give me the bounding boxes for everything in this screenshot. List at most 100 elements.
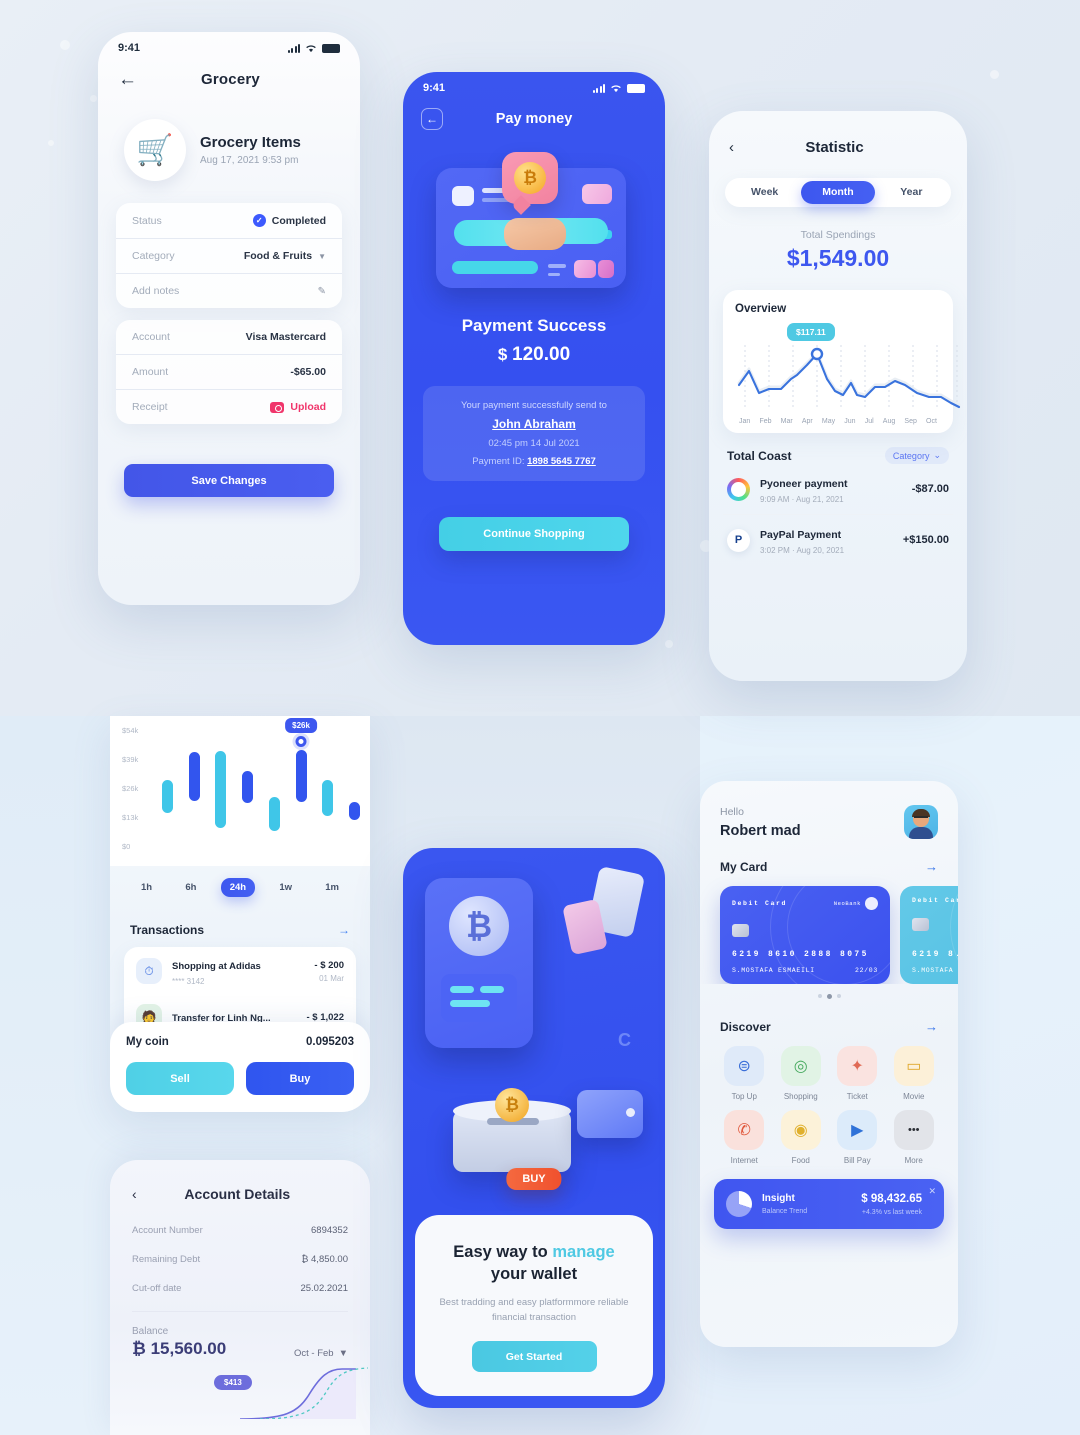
timeframe-1h[interactable]: 1h [132,878,161,897]
bar-tooltip: $26k [285,718,317,733]
account-number-row: Account Number 6894352 [110,1216,370,1245]
month-axis: Jan Feb Mar Apr May Jun Jul Aug Sep Oct [735,415,941,425]
discover-item-ticket[interactable]: ✦ Ticket [829,1046,886,1101]
discover-item-internet[interactable]: ✆ Internet [716,1110,773,1165]
axis-tick: Sep [904,418,917,425]
range-dropdown[interactable]: Oct - Feb ▼ [294,1348,348,1359]
period-segmented-control[interactable]: Week Month Year [725,178,951,207]
section-title: Total Coast [727,448,792,463]
row-label: Remaining Debt [132,1254,201,1265]
row-status[interactable]: Status ✓ Completed [116,203,342,238]
bar [348,802,360,820]
chevron-down-icon: ⌄ [933,450,941,460]
tab-week[interactable]: Week [728,181,801,204]
cutoff-date-row: Cut-off date 25.02.2021 [110,1274,370,1303]
item-label: Food [791,1156,810,1165]
row-label: Category [132,250,175,262]
chevron-down-icon: ▼ [338,1348,348,1359]
transaction-row[interactable]: ⏱ Shopping at Adidas **** 3142 - $ 200 0… [124,947,356,995]
screenshot-canvas: 9:41 ← Grocery 🛒 Grocery Items Aug 17, 2… [0,0,1080,1435]
payment-id-value[interactable]: 1898 5645 7767 [527,456,596,467]
payment-id-label: Payment ID: [472,456,525,467]
credit-card[interactable]: Debit Card NeoBank 6219 8610 2888 8075 S… [720,886,890,984]
tab-year[interactable]: Year [875,181,948,204]
card-chip-icon [912,918,929,931]
transaction-date: 01 Mar [319,973,344,983]
bar [162,780,173,813]
bar-highlighted[interactable]: $26k [285,718,317,802]
continue-shopping-button[interactable]: Continue Shopping [439,517,629,551]
transaction-row[interactable]: P PayPal Payment 3:02 PM · Aug 20, 2021 … [723,514,953,565]
camera-icon[interactable] [270,401,285,413]
close-icon[interactable]: ✕ [928,1186,936,1197]
row-category[interactable]: Category Food & Fruits ▼ [116,238,342,273]
timeframe-6h[interactable]: 6h [176,878,205,897]
screen-home: Hello Robert mad My Card → Debit Card Ne… [700,781,958,1347]
payment-success-title: Payment Success [461,316,607,335]
avatar[interactable] [904,805,938,839]
signal-icon [287,43,300,53]
internet-phone-icon: ✆ [724,1110,765,1150]
timeframe-1m[interactable]: 1m [316,878,348,897]
arrow-right-icon[interactable]: → [338,923,350,937]
save-changes-button[interactable]: Save Changes [124,464,334,497]
wallet-3d-illustration: ₿ ₿ C BUY [403,848,665,1190]
buy-badge[interactable]: BUY [506,1168,562,1190]
discover-grid: ⊜ Top Up ◎ Shopping ✦ Ticket ▭ Movie ✆ I… [700,1034,958,1165]
item-label: Ticket [846,1092,868,1101]
buy-button[interactable]: Buy [246,1062,354,1095]
row-label: Account Number [132,1225,203,1236]
axis-tick: Feb [759,418,772,425]
row-amount[interactable]: Amount -$65.00 [116,354,342,389]
bars-container: $26k [162,718,360,840]
discover-item-bill-pay[interactable]: ▶ Bill Pay [829,1110,886,1165]
onboarding-sheet: Easy way to manage your wallet Best tradd… [415,1215,653,1396]
row-label: Amount [132,366,169,378]
card-number: 6219 8... [912,950,958,959]
row-account[interactable]: Account Visa Mastercard [116,320,342,354]
card-holder: S.MOSTAFA ESMAEILI [732,967,815,974]
timeframe-1w[interactable]: 1w [270,878,301,897]
row-label: Receipt [132,401,168,413]
row-label: Add notes [132,285,180,297]
arrow-right-icon[interactable]: → [925,859,938,874]
discover-item-food[interactable]: ◉ Food [773,1110,830,1165]
chevron-down-icon[interactable]: ▼ [318,252,326,261]
edit-pencil-icon[interactable]: ✎ [318,286,326,297]
remaining-debt-row: Remaining Debt ₿ 4,850.00 [110,1245,370,1274]
row-add-notes[interactable]: Add notes ✎ [116,273,342,308]
transaction-amount: +$150.00 [902,534,949,546]
page-title: Statistic [805,139,864,156]
category-dropdown[interactable]: Category ⌄ [884,447,949,464]
wifi-icon [611,84,621,92]
item-title: Grocery Items [200,134,301,151]
arrow-right-icon[interactable]: → [925,1019,938,1034]
row-value: Food & Fruits [243,250,313,262]
upload-link[interactable]: Upload [290,401,326,413]
headline-emphasis: manage [552,1243,615,1262]
bill-pay-icon: ▶ [837,1110,878,1150]
card-holder: S.MOSTAFA E [912,967,958,974]
carousel-dots[interactable] [700,984,958,999]
discover-item-top-up[interactable]: ⊜ Top Up [716,1046,773,1101]
insight-banner[interactable]: Insight Balance Trend $ 98,432.65 +4.3% … [714,1179,944,1229]
sell-button[interactable]: Sell [126,1062,234,1095]
food-icon: ◉ [780,1110,821,1150]
statistic-navbar: ‹ Statistic [709,111,967,156]
transaction-amount: - $ 1,022 [306,1011,345,1023]
item-label: Internet [730,1156,758,1165]
get-started-button[interactable]: Get Started [471,1341,597,1372]
discover-item-more[interactable]: ••• More [886,1110,943,1165]
movie-icon: ▭ [893,1046,934,1086]
credit-card[interactable]: Debit Card 6219 8... S.MOSTAFA E [900,886,958,984]
card-carousel[interactable]: Debit Card NeoBank 6219 8610 2888 8075 S… [700,874,958,984]
bitcoin-icon: ₿ [514,162,546,194]
timeframe-24h[interactable]: 24h [220,878,256,897]
discover-item-movie[interactable]: ▭ Movie [886,1046,943,1101]
transaction-row[interactable]: Pyoneer payment 9:09 AM · Aug 21, 2021 -… [723,464,953,514]
chart-tooltip: $117.11 [787,323,835,341]
discover-item-shopping[interactable]: ◎ Shopping [773,1046,830,1101]
row-receipt[interactable]: Receipt Upload [116,389,342,424]
tab-month[interactable]: Month [801,181,875,204]
axis-tick: $54k [122,726,139,735]
